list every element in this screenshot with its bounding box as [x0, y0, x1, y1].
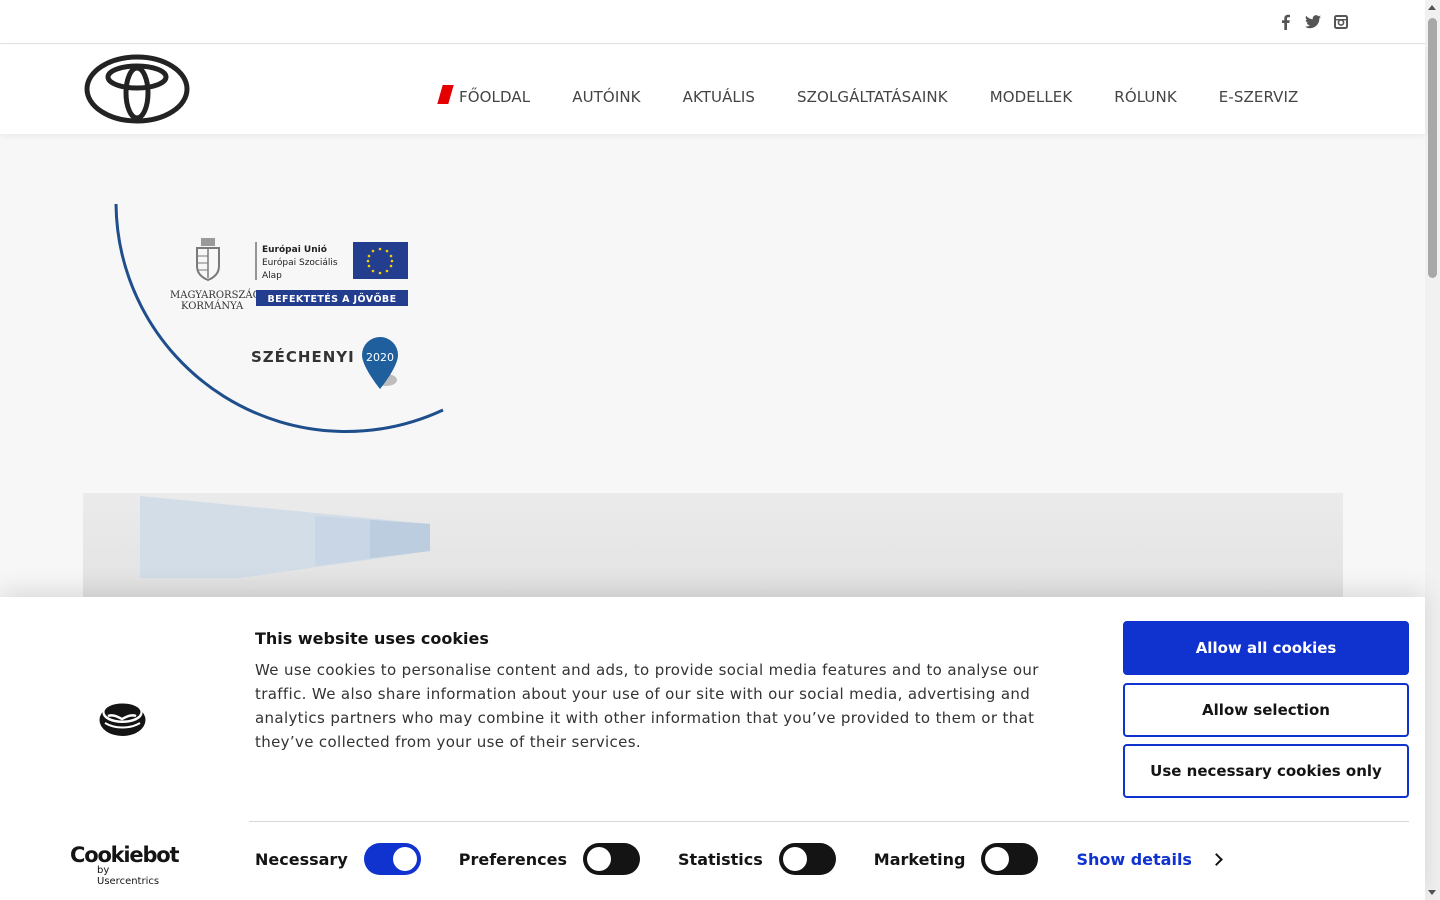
show-details-label: Show details: [1076, 849, 1192, 869]
allow-all-cookies-button[interactable]: Allow all cookies: [1123, 621, 1409, 675]
toggle-group-statistics: Statistics: [678, 843, 836, 875]
show-details-link[interactable]: Show details: [1076, 849, 1223, 869]
social-links: [1277, 13, 1349, 31]
marketing-toggle[interactable]: [981, 843, 1039, 875]
toggle-label: Statistics: [678, 849, 763, 869]
toggle-group-preferences: Preferences: [458, 843, 641, 875]
toggle-label: Marketing: [873, 849, 966, 869]
nav-item-aktualis[interactable]: AKTUÁLIS: [683, 88, 755, 106]
necessary-toggle[interactable]: [363, 843, 421, 875]
consent-toggles: Necessary Preferences Statistics Marketi…: [255, 843, 1223, 875]
necessary-only-button[interactable]: Use necessary cookies only: [1123, 744, 1409, 798]
program-label: SZÉCHENYI: [251, 347, 355, 366]
toggle-label: Necessary: [255, 849, 348, 869]
szechenyi-2020-badge[interactable]: MAGYARORSZÁG KORMÁNYA Európai Unió Európ…: [113, 203, 445, 436]
invest-label: BEFEKTETÉS A JÖVŐBE: [268, 293, 397, 305]
main-nav: FŐOLDAL AUTÓINK AKTUÁLIS SZOLGÁLTATÁSAIN…: [440, 88, 1340, 106]
hero-banner: [83, 493, 1343, 604]
nav-item-fooldal[interactable]: FŐOLDAL: [440, 88, 530, 106]
toggle-knob: [587, 847, 612, 871]
banner-graphic: [140, 496, 430, 578]
toyota-logo[interactable]: [84, 53, 190, 125]
statistics-toggle[interactable]: [778, 843, 836, 875]
cookie-title: This website uses cookies: [255, 629, 489, 648]
cookie-divider: [249, 821, 1409, 822]
nav-item-szolgaltatasaink[interactable]: SZOLGÁLTATÁSAINK: [797, 88, 948, 106]
instagram-icon[interactable]: [1333, 13, 1349, 31]
scroll-thumb[interactable]: [1428, 18, 1437, 278]
chevron-right-icon: [1210, 852, 1223, 866]
eu-line3: Alap: [262, 271, 282, 281]
cookie-consent-dialog: Cookiebot by Usercentrics This website u…: [0, 597, 1425, 900]
gov-line1: MAGYARORSZÁG: [170, 289, 261, 301]
allow-selection-button[interactable]: Allow selection: [1123, 683, 1409, 737]
scroll-down-icon[interactable]: [1428, 890, 1436, 895]
eu-flag-icon: [353, 242, 408, 279]
toggle-group-necessary: Necessary: [255, 843, 421, 875]
program-year: 2020: [366, 351, 394, 364]
toggle-label: Preferences: [458, 849, 568, 869]
nav-item-autoink[interactable]: AUTÓINK: [572, 88, 640, 106]
toggle-knob: [985, 847, 1010, 871]
page-scrollbar[interactable]: [1425, 0, 1440, 900]
cookiebot-logo[interactable]: Cookiebot by Usercentrics: [70, 844, 180, 887]
cookiebot-icon: [99, 699, 146, 737]
nav-item-modellek[interactable]: MODELLEK: [990, 88, 1073, 106]
gov-line2: KORMÁNYA: [181, 300, 244, 312]
main-content: MAGYARORSZÁG KORMÁNYA Európai Unió Európ…: [0, 134, 1425, 604]
scroll-up-icon[interactable]: [1428, 5, 1436, 10]
coat-of-arms-icon: [196, 238, 220, 282]
site-header: FŐOLDAL AUTÓINK AKTUÁLIS SZOLGÁLTATÁSAIN…: [0, 44, 1425, 134]
top-bar: [0, 0, 1425, 44]
eu-line2: Európai Szociális: [262, 257, 338, 268]
preferences-toggle[interactable]: [583, 843, 641, 875]
toggle-knob: [782, 847, 807, 871]
facebook-icon[interactable]: [1277, 13, 1293, 31]
eu-line1: Európai Unió: [262, 244, 327, 255]
nav-item-e-szerviz[interactable]: E-SZERVIZ: [1219, 88, 1299, 106]
twitter-icon[interactable]: [1305, 13, 1321, 31]
cookie-description: We use cookies to personalise content an…: [255, 661, 1039, 751]
toggle-knob: [392, 847, 417, 871]
toggle-group-marketing: Marketing: [874, 843, 1039, 875]
nav-item-rolunk[interactable]: RÓLUNK: [1114, 88, 1176, 106]
